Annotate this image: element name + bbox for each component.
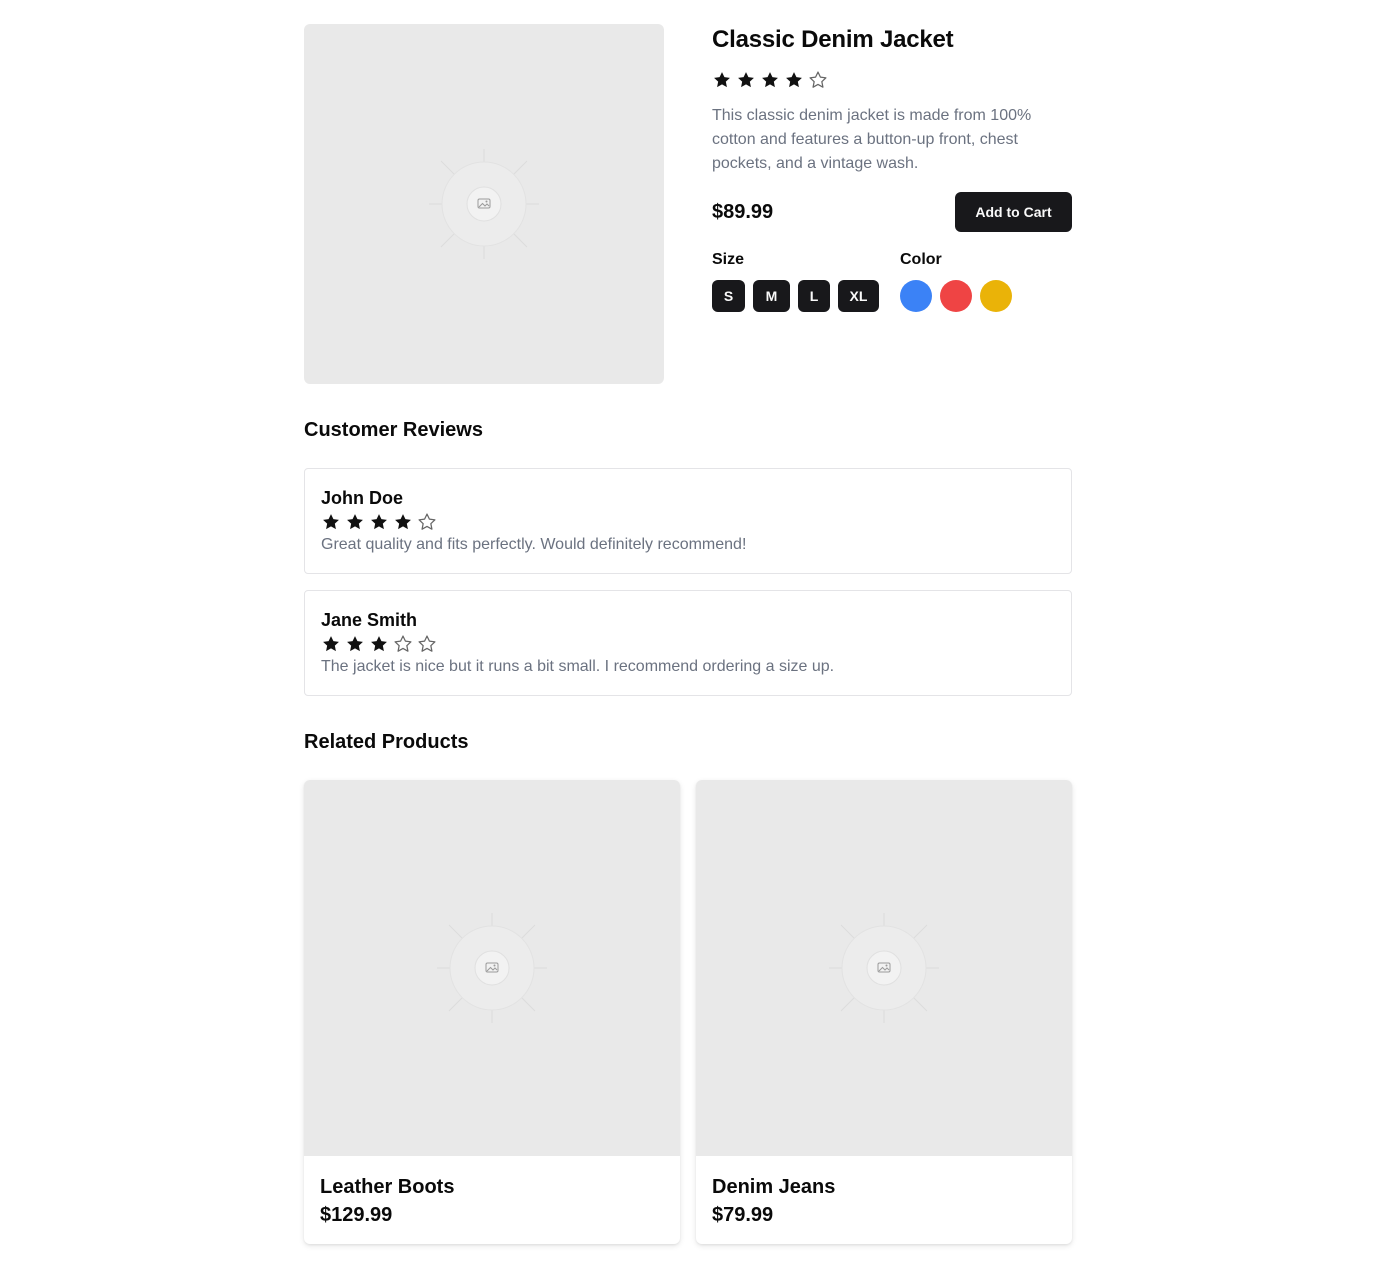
star-outline-icon bbox=[418, 635, 436, 652]
size-button-l[interactable]: L bbox=[798, 280, 830, 312]
star-filled-icon bbox=[395, 514, 411, 530]
review-card: John Doe Great quality and fits perfectl… bbox=[304, 468, 1072, 574]
related-product-price: $79.99 bbox=[712, 1204, 774, 1226]
related-product-name: Denim Jeans bbox=[712, 1176, 836, 1198]
review-rating bbox=[321, 634, 1055, 654]
image-placeholder-icon bbox=[437, 913, 547, 1023]
star-filled-icon bbox=[347, 514, 363, 530]
review-text: Great quality and fits perfectly. Would … bbox=[321, 536, 747, 553]
color-options bbox=[900, 280, 1012, 312]
size-label: Size bbox=[712, 251, 745, 268]
related-product-image bbox=[304, 780, 680, 1156]
review-card: Jane Smith The jacket is nice but it run… bbox=[304, 590, 1072, 696]
star-filled-icon bbox=[371, 636, 387, 652]
product-info: Classic Denim Jacket This classic denim … bbox=[712, 24, 1072, 384]
product-page: Classic Denim Jacket This classic denim … bbox=[304, 24, 1072, 1244]
color-swatch-yellow[interactable] bbox=[980, 280, 1012, 312]
add-to-cart-button[interactable]: Add to Cart bbox=[955, 192, 1072, 232]
product-rating bbox=[712, 70, 1072, 90]
star-filled-icon bbox=[371, 514, 387, 530]
size-group: Size S M L XL bbox=[712, 252, 879, 312]
product-section: Classic Denim Jacket This classic denim … bbox=[304, 24, 1072, 384]
product-price: $89.99 bbox=[712, 200, 774, 223]
star-filled-icon bbox=[762, 72, 778, 88]
star-outline-icon bbox=[809, 71, 827, 88]
star-filled-icon bbox=[323, 514, 339, 530]
color-swatch-red[interactable] bbox=[940, 280, 972, 312]
star-outline-icon bbox=[394, 635, 412, 652]
product-description: This classic denim jacket is made from 1… bbox=[712, 107, 1032, 172]
related-heading: Related Products bbox=[304, 731, 469, 753]
reviewer-name: John Doe bbox=[321, 488, 404, 508]
price-row: $89.99 Add to Cart bbox=[712, 192, 1072, 232]
related-product-name: Leather Boots bbox=[320, 1176, 455, 1198]
review-text: The jacket is nice but it runs a bit sma… bbox=[321, 658, 835, 675]
star-filled-icon bbox=[714, 72, 730, 88]
product-image bbox=[304, 24, 664, 384]
star-outline-icon bbox=[418, 513, 436, 530]
reviews-heading: Customer Reviews bbox=[304, 419, 483, 441]
related-product-info: Leather Boots $129.99 bbox=[304, 1156, 680, 1244]
size-options: S M L XL bbox=[712, 280, 879, 312]
related-product-info: Denim Jeans $79.99 bbox=[696, 1156, 1072, 1244]
color-group: Color bbox=[900, 252, 1012, 312]
related-product-price: $129.99 bbox=[320, 1204, 393, 1226]
product-options: Size S M L XL Color bbox=[712, 252, 1072, 312]
related-product-card[interactable]: Leather Boots $129.99 bbox=[304, 780, 680, 1244]
color-swatch-blue[interactable] bbox=[900, 280, 932, 312]
star-filled-icon bbox=[323, 636, 339, 652]
star-filled-icon bbox=[347, 636, 363, 652]
reviewer-name: Jane Smith bbox=[321, 610, 418, 630]
image-placeholder-icon bbox=[429, 149, 539, 259]
size-button-s[interactable]: S bbox=[712, 280, 745, 312]
related-product-image bbox=[696, 780, 1072, 1156]
size-button-m[interactable]: M bbox=[753, 280, 790, 312]
product-title: Classic Denim Jacket bbox=[712, 26, 954, 53]
size-button-xl[interactable]: XL bbox=[838, 280, 879, 312]
star-filled-icon bbox=[786, 72, 802, 88]
related-products: Leather Boots $129.99 Denim Jeans $79.99 bbox=[304, 780, 1072, 1244]
review-rating bbox=[321, 512, 1055, 532]
color-label: Color bbox=[900, 251, 942, 268]
star-filled-icon bbox=[738, 72, 754, 88]
related-product-card[interactable]: Denim Jeans $79.99 bbox=[696, 780, 1072, 1244]
image-placeholder-icon bbox=[829, 913, 939, 1023]
